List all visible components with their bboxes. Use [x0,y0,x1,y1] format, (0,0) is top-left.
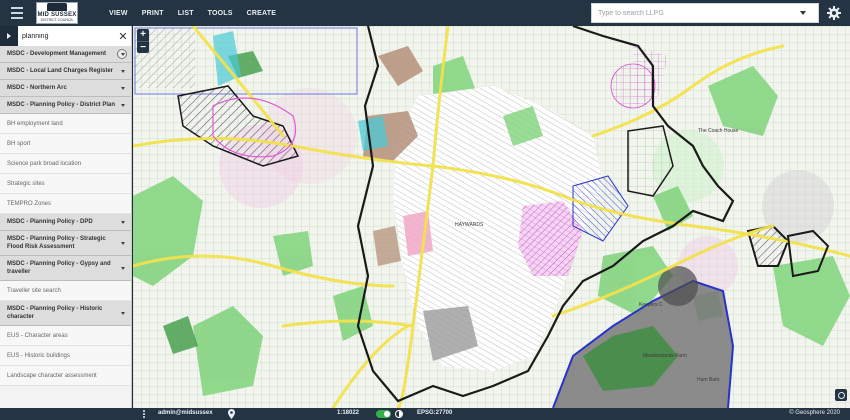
layer-item[interactable]: TEMPRO Zones [0,194,131,214]
status-bar: admin@midsussex 1:18022 EPSG:27700 © Geo… [0,408,850,420]
layer-group[interactable]: MSDC - Local Land Charges Register [0,63,131,80]
main-menu: VIEW PRINT LIST TOOLS CREATE [109,10,290,17]
layer-search-field [18,26,115,46]
zoom-controls: + − [137,29,149,53]
layer-group-label: MSDC - Planning Policy - Historic charac… [7,306,103,320]
chevron-down-icon[interactable] [117,49,127,59]
layer-group-label: MSDC - Planning Policy - Strategic Flood… [7,236,106,250]
zoom-in-button[interactable]: + [137,29,149,41]
layer-group-label: MSDC - Planning Policy - Gypsy and trave… [7,261,111,275]
layer-group[interactable]: MSDC - Development Management [0,46,131,63]
chevron-down-icon [121,86,125,90]
gear-icon[interactable] [826,5,842,21]
expand-arrow-icon[interactable] [0,26,18,46]
layer-group-label: MSDC - Northern Arc [7,85,67,91]
layer-group[interactable]: MSDC - Planning Policy - DPD [0,214,131,231]
layer-item[interactable]: Traveller site search [0,281,131,301]
chevron-down-icon [121,69,125,73]
compass-icon [837,391,845,399]
menu-create[interactable]: CREATE [247,10,276,17]
map-scale: 1:18022 [337,410,360,416]
council-logo: MID SUSSEX DISTRICT COUNCIL [36,2,78,24]
logo-subtitle: DISTRICT COUNCIL [40,18,74,22]
crest-icon [47,3,67,11]
zoom-out-button[interactable]: − [137,41,149,53]
chevron-up-icon [121,311,125,315]
hamburger-menu-icon[interactable] [0,0,34,26]
layer-group[interactable]: MSDC - Planning Policy - Historic charac… [0,301,131,326]
map-svg [133,26,850,408]
status-user: admin@midsussex [158,410,213,416]
layer-item[interactable]: Strategic sites [0,174,131,194]
top-bar: MID SUSSEX DISTRICT COUNCIL VIEW PRINT L… [0,0,850,26]
map-label-meadowlands: Meadowlands Farm [643,353,687,359]
layer-item[interactable]: Landscape character assessment [0,366,131,386]
layer-item[interactable]: EUS - Character areas [0,326,131,346]
layer-item[interactable]: EUS - Historic buildings [0,346,131,366]
layer-item[interactable]: Science park broad location [0,154,131,174]
clear-search-icon[interactable]: ✕ [115,26,131,46]
layer-group[interactable]: MSDC - Planning Policy - Strategic Flood… [0,231,131,256]
more-vertical-icon[interactable] [143,410,146,418]
menu-print[interactable]: PRINT [142,10,164,17]
map-canvas[interactable]: HAYWARDS Keepers C Meadowlands Farm Ham … [133,26,850,408]
layer-group[interactable]: MSDC - Planning Policy - Gypsy and trave… [0,256,131,281]
chevron-down-icon [121,220,125,224]
llpg-search-input[interactable] [598,9,800,17]
basemap-toggle[interactable] [376,410,391,418]
chevron-up-icon [121,266,125,270]
layer-group-label: MSDC - Planning Policy - DPD [7,219,93,225]
menu-list[interactable]: LIST [178,10,194,17]
map-label-coach-house: The Coach House [698,128,739,134]
layer-search-bar: ✕ [0,26,131,46]
layer-item[interactable]: BH employment land [0,114,131,134]
reset-north-button[interactable] [835,389,847,401]
chevron-down-icon[interactable] [800,11,806,15]
menu-tools[interactable]: TOOLS [208,10,233,17]
chevron-up-icon [121,103,125,107]
llpg-search-box [591,3,819,23]
layer-search-input[interactable] [22,32,110,40]
projection-code: EPSG:27700 [417,410,453,416]
map-label-ham-barn: Ham Barn [697,377,720,383]
layer-group-label: MSDC - Local Land Charges Register [7,68,114,74]
layer-item[interactable]: BH sport [0,134,131,154]
contrast-icon[interactable] [395,410,403,418]
location-pin-icon[interactable] [228,409,235,419]
layer-sidebar: ✕ MSDC - Development Management MSDC - L… [0,26,132,408]
layer-group[interactable]: MSDC - Planning Policy - District Plan [0,97,131,114]
copyright-text: © Geosphere 2020 [789,410,840,416]
layer-group[interactable]: MSDC - Northern Arc [0,80,131,97]
menu-view[interactable]: VIEW [109,10,128,17]
chevron-down-icon [121,241,125,245]
layer-group-label: MSDC - Development Management [7,51,107,57]
map-label-haywards: HAYWARDS [455,222,484,228]
map-label-keepers: Keepers C [639,302,663,308]
layer-group-label: MSDC - Planning Policy - District Plan [7,102,116,108]
